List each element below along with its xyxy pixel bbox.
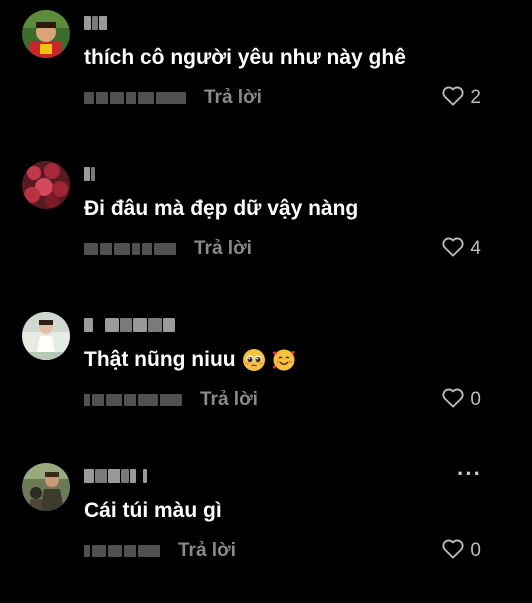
username[interactable] — [84, 166, 95, 182]
like-count: 2 — [470, 87, 481, 108]
reply-button[interactable]: Trả lời — [200, 389, 258, 411]
like-button[interactable]: 0 — [442, 539, 481, 563]
heart-icon — [442, 86, 464, 111]
heart-icon — [442, 539, 464, 564]
like-count: 0 — [470, 389, 481, 410]
timestamp — [84, 545, 160, 557]
avatar[interactable] — [22, 10, 70, 58]
username[interactable] — [84, 317, 175, 333]
comment-meta: Trả lời — [84, 388, 258, 412]
timestamp — [84, 92, 186, 104]
smiling-face-with-hearts-emoji — [272, 348, 296, 372]
like-count: 4 — [470, 238, 481, 259]
comment-meta: Trả lời — [84, 86, 262, 110]
username[interactable] — [84, 468, 147, 484]
comment-text: Thật nũng niuu — [84, 348, 296, 372]
more-options-button[interactable]: ··· — [457, 461, 482, 487]
comment-text-content: Thật nũng niuu — [84, 348, 236, 371]
comment-meta: Trả lời — [84, 539, 236, 563]
pleading-face-emoji — [242, 348, 266, 372]
comment-text-content: Cái túi màu gì — [84, 499, 222, 522]
comment-item: thích cô người yêu như này ghê Trả lời 2 — [0, 0, 532, 150]
avatar[interactable] — [22, 312, 70, 360]
like-button[interactable]: 4 — [442, 237, 481, 261]
comment-meta: Trả lời — [84, 237, 252, 261]
comment-text: thích cô người yêu như này ghê — [84, 46, 406, 70]
avatar[interactable] — [22, 463, 70, 511]
reply-button[interactable]: Trả lời — [178, 540, 236, 562]
comment-item: ··· Cái túi màu gì Trả lời 0 — [0, 453, 532, 603]
comment-text-content: Đi đâu mà đẹp dữ vậy nàng — [84, 197, 359, 220]
like-button[interactable]: 0 — [442, 388, 481, 412]
reply-button[interactable]: Trả lời — [204, 87, 262, 109]
like-count: 0 — [470, 540, 481, 561]
comment-item: Đi đâu mà đẹp dữ vậy nàng Trả lời 4 — [0, 151, 532, 301]
timestamp — [84, 243, 176, 255]
comment-text: Đi đâu mà đẹp dữ vậy nàng — [84, 197, 358, 221]
timestamp — [84, 394, 182, 406]
username[interactable] — [84, 15, 107, 31]
like-button[interactable]: 2 — [442, 86, 481, 110]
heart-icon — [442, 237, 464, 262]
reply-button[interactable]: Trả lời — [194, 238, 252, 260]
avatar[interactable] — [22, 161, 70, 209]
comment-text: Cái túi màu gì — [84, 499, 222, 523]
comment-text-content: thích cô người yêu như này ghê — [84, 46, 406, 69]
heart-icon — [442, 388, 464, 413]
comment-item: Thật nũng niuu Trả lời 0 — [0, 302, 532, 452]
